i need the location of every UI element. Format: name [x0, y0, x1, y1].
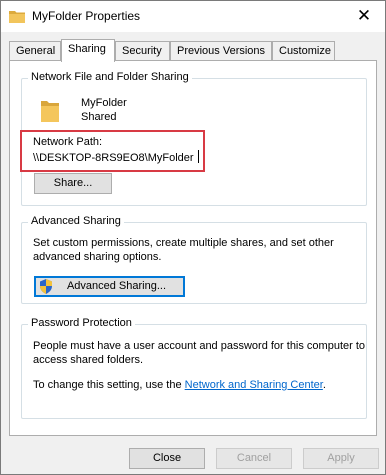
folder-icon: [41, 101, 59, 122]
tab-sharing[interactable]: Sharing: [61, 39, 115, 62]
folder-icon: [9, 11, 25, 23]
share-button[interactable]: Share...: [34, 173, 112, 194]
group-title: Advanced Sharing: [28, 215, 124, 227]
password-description-line-1: People must have a user account and pass…: [33, 340, 366, 352]
network-sharing-center-link[interactable]: Network and Sharing Center: [185, 379, 323, 391]
password-description-line-2: access shared folders.: [33, 354, 144, 366]
highlight-box: [20, 130, 205, 172]
advanced-sharing-button-label: Advanced Sharing...: [66, 280, 167, 292]
change-setting-suffix: .: [322, 379, 326, 391]
tab-previous-versions[interactable]: Previous Versions: [170, 41, 272, 61]
title-bar[interactable]: MyFolder Properties ✕: [1, 1, 385, 32]
properties-window: MyFolder Properties ✕ General Sharing Se…: [0, 0, 386, 475]
advanced-sharing-button[interactable]: Advanced Sharing...: [34, 276, 185, 297]
password-protection-group: Password Protection People must have a u…: [21, 317, 367, 419]
advanced-description-line-1: Set custom permissions, create multiple …: [33, 237, 334, 249]
group-title: Password Protection: [28, 317, 135, 329]
tab-security[interactable]: Security: [115, 41, 170, 61]
close-button[interactable]: Close: [129, 448, 205, 469]
apply-button[interactable]: Apply: [303, 448, 379, 469]
folder-name: MyFolder: [81, 97, 127, 109]
close-icon[interactable]: ✕: [353, 5, 375, 27]
tab-general[interactable]: General: [9, 41, 61, 61]
change-setting-text: To change this setting, use the Network …: [33, 379, 326, 391]
group-title: Network File and Folder Sharing: [28, 71, 192, 83]
sharing-tab-panel: Network File and Folder Sharing MyFolder…: [9, 60, 377, 436]
advanced-description-line-2: advanced sharing options.: [33, 251, 162, 263]
change-setting-prefix: To change this setting, use the: [33, 379, 185, 391]
window-title: MyFolder Properties: [32, 9, 141, 23]
advanced-sharing-group: Advanced Sharing Set custom permissions,…: [21, 215, 367, 304]
folder-share-status: Shared: [81, 111, 117, 123]
cancel-button[interactable]: Cancel: [216, 448, 292, 469]
tab-customize[interactable]: Customize: [272, 41, 335, 61]
uac-shield-icon: [40, 279, 52, 294]
